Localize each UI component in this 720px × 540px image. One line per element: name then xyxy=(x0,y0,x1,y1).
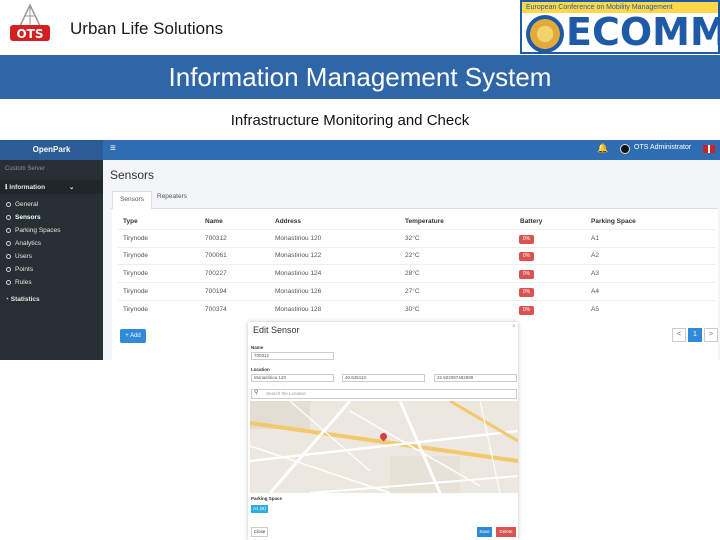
cell-temperature: 27°C xyxy=(405,288,420,295)
sidebar-section-label: Custom Server xyxy=(5,166,46,172)
name-field[interactable]: 700312 xyxy=(251,352,334,360)
ecomm-logo: European Conference on Mobility Manageme… xyxy=(520,0,720,54)
sidebar-item-parking-spaces[interactable]: Parking Spaces xyxy=(6,227,61,234)
chevron-down-icon: ⌄ xyxy=(68,184,75,191)
cell-parking-space: A2 xyxy=(591,252,599,259)
add-sensor-button[interactable]: + Add xyxy=(120,329,146,343)
sidebar-item-statistics[interactable]: ◔ Statistics xyxy=(5,296,40,303)
battery-badge: 0% xyxy=(519,252,534,261)
battery-badge: 0% xyxy=(519,270,534,279)
pagination-next[interactable]: > xyxy=(704,328,718,342)
ecomm-name: ECOMM xyxy=(566,10,720,54)
cell-type: Tirynode xyxy=(123,235,149,242)
cell-type: Tirynode xyxy=(123,252,149,259)
column-header-name[interactable]: Name xyxy=(205,218,223,225)
cell-address: Monastiriou 128 xyxy=(275,306,322,313)
cell-parking-space: A3 xyxy=(591,270,599,277)
pagination-prev[interactable]: < xyxy=(672,328,686,342)
sidebar xyxy=(0,140,103,360)
modal-title: Edit Sensor xyxy=(253,325,300,335)
cell-name: 700227 xyxy=(205,270,227,277)
info-icon: ℹ xyxy=(5,184,8,191)
parking-space-tag[interactable]: A1 (B) xyxy=(251,505,268,513)
page-title: Sensors xyxy=(110,168,155,182)
cell-parking-space: A4 xyxy=(591,288,599,295)
column-header-address[interactable]: Address xyxy=(275,218,301,225)
cell-name: 700374 xyxy=(205,306,227,313)
notification-bell-icon[interactable]: 🔔 xyxy=(597,143,608,154)
sidebar-item-general[interactable]: General xyxy=(6,201,38,208)
app-brand[interactable]: OpenPark xyxy=(0,140,103,160)
column-header-parking-space[interactable]: Parking Space xyxy=(591,218,636,225)
row-separator xyxy=(118,300,716,301)
cell-name: 700194 xyxy=(205,288,227,295)
cell-name: 700061 xyxy=(205,252,227,259)
sidebar-item-analytics[interactable]: Analytics xyxy=(6,240,41,247)
cell-parking-space: A1 xyxy=(591,235,599,242)
cell-type: Tirynode xyxy=(123,288,149,295)
pagination-page-1[interactable]: 1 xyxy=(688,328,702,342)
cell-temperature: 28°C xyxy=(405,270,420,277)
address-field[interactable]: Monastiriou 120 xyxy=(251,374,334,382)
menu-toggle-icon[interactable]: ≡ xyxy=(110,143,116,154)
save-button[interactable]: Save xyxy=(477,527,492,537)
header-separator xyxy=(118,229,716,230)
tab-sensors[interactable]: Sensors xyxy=(112,191,152,209)
logo-text: OTS xyxy=(16,27,43,41)
sidebar-item-points[interactable]: Points xyxy=(6,266,33,273)
slide-banner: Information Management System xyxy=(0,55,720,99)
user-name[interactable]: OTS Administrator xyxy=(634,144,691,151)
column-header-battery[interactable]: Battery xyxy=(520,218,542,225)
longitude-field[interactable]: 22.922087482899 xyxy=(434,374,517,382)
pie-chart-icon: ◔ xyxy=(5,296,9,303)
slide-subtitle: Infrastructure Monitoring and Check xyxy=(230,112,470,129)
row-separator xyxy=(118,264,716,265)
cell-temperature: 32°C xyxy=(405,235,420,242)
sidebar-item-users[interactable]: Users xyxy=(6,253,32,260)
cell-temperature: 22°C xyxy=(405,252,420,259)
cell-address: Monastiriou 126 xyxy=(275,288,322,295)
battery-badge: 0% xyxy=(519,288,534,297)
row-separator xyxy=(118,247,716,248)
battery-badge: 0% xyxy=(519,235,534,244)
latitude-field[interactable]: 40.645113 xyxy=(342,374,425,382)
close-button[interactable]: Close xyxy=(251,527,268,537)
cell-parking-space: A5 xyxy=(591,306,599,313)
ots-logo: OTS xyxy=(10,4,50,41)
column-header-type[interactable]: Type xyxy=(123,218,138,225)
battery-badge: 0% xyxy=(519,306,534,315)
row-separator xyxy=(118,282,716,283)
search-icon: ⚲ xyxy=(254,390,259,396)
company-name: Urban Life Solutions xyxy=(70,19,224,38)
parking-space-label: Parking Space xyxy=(251,496,283,501)
sidebar-item-rules[interactable]: Rules xyxy=(6,279,32,286)
column-header-temperature[interactable]: Temperature xyxy=(405,218,444,225)
cell-type: Tirynode xyxy=(123,270,149,277)
cell-name: 700312 xyxy=(205,235,227,242)
modal-close-icon[interactable]: × xyxy=(512,324,516,330)
delete-button[interactable]: Delete xyxy=(496,527,516,537)
location-label: Location xyxy=(251,367,270,372)
name-label: Name xyxy=(251,345,264,350)
language-flag-icon[interactable] xyxy=(703,145,715,153)
cell-address: Monastiriou 120 xyxy=(275,235,322,242)
cell-address: Monastiriou 124 xyxy=(275,270,322,277)
user-avatar[interactable] xyxy=(620,144,630,154)
location-search-input[interactable]: Search the Location xyxy=(251,389,517,399)
sidebar-item-sensors[interactable]: Sensors xyxy=(6,214,41,221)
sidebar-group-label: ℹ Information ⌄ xyxy=(5,184,75,191)
tab-repeaters[interactable]: Repeaters xyxy=(157,193,187,200)
location-map[interactable] xyxy=(250,401,518,493)
cell-type: Tirynode xyxy=(123,306,149,313)
cell-address: Monastiriou 122 xyxy=(275,252,322,259)
ecomm-emblem-icon xyxy=(526,15,564,53)
cell-temperature: 30°C xyxy=(405,306,420,313)
